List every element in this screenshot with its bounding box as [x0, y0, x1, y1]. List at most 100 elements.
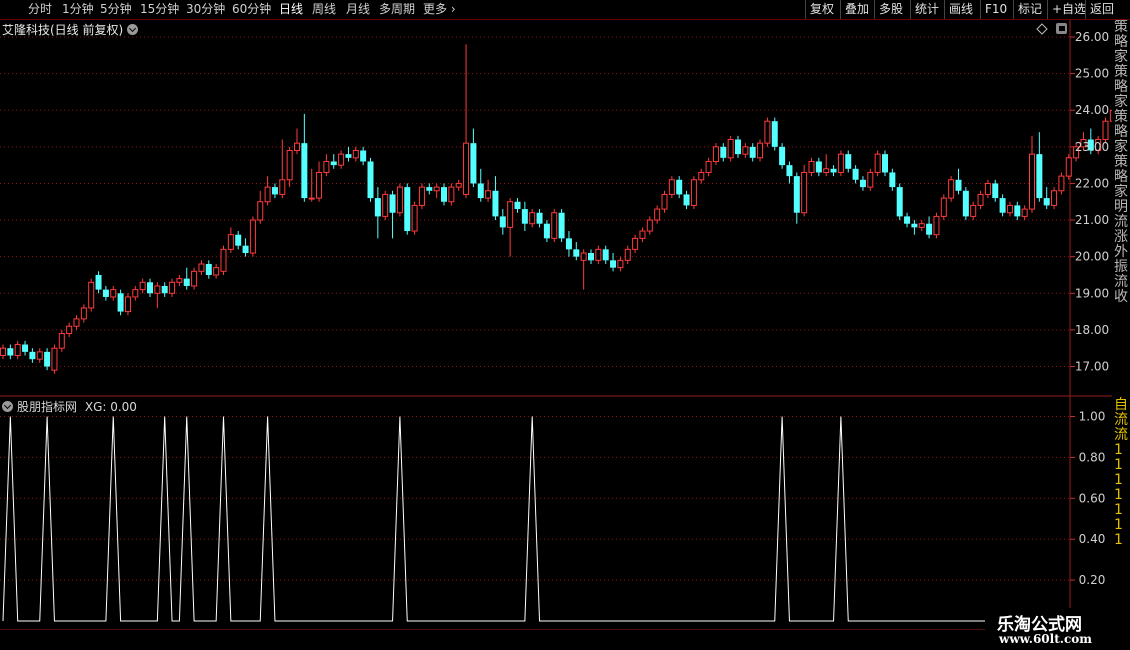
candle-body-up [632, 237, 639, 250]
candle-body-up [764, 120, 771, 144]
candle-body-up [220, 248, 227, 272]
candlestick-series [0, 44, 1112, 374]
price-tick-label: 23.00 [1075, 140, 1109, 154]
candle-body-up [264, 186, 271, 203]
candle-body-down [492, 190, 499, 217]
watermark-url: www.60lt.com [999, 632, 1092, 646]
price-tick-label: 17.00 [1075, 360, 1109, 374]
candle-body-down [404, 187, 411, 232]
candle-body-down [242, 245, 249, 254]
candle-body-down [786, 165, 793, 177]
candle-body-up [382, 193, 389, 217]
candle-body-down [183, 278, 190, 286]
indicator-tick-label: 1.00 [1079, 410, 1106, 424]
candle-body-up [176, 278, 183, 283]
candle-body-down [610, 260, 617, 268]
candle-body-up [0, 347, 6, 357]
candle-body-up [1051, 190, 1058, 206]
candle-body-up [705, 160, 712, 173]
candle-body-down [904, 216, 911, 224]
candle-body-down [44, 351, 51, 367]
candle-body-up [595, 248, 602, 261]
right-side-panel: 策略家策略家策略家策略家明流涨外振流收 自流流1111111 [1112, 20, 1130, 630]
candle-body-up [617, 259, 624, 269]
candle-body-down [521, 209, 528, 224]
candle-body-up [213, 267, 220, 276]
price-tick-label: 26.00 [1075, 30, 1109, 44]
candle-body-up [169, 281, 176, 294]
candle-body-down [793, 176, 800, 213]
watermark: 乐淘公式网 www.60lt.com [985, 608, 1115, 650]
candle-body-up [73, 318, 80, 327]
candle-body-down [962, 190, 969, 217]
candle-body-up [639, 230, 646, 239]
candle-body-down [845, 154, 852, 169]
candle-body-up [757, 142, 764, 159]
candle-body-down [477, 183, 484, 199]
candle-body-up [132, 289, 139, 298]
candle-body-up [529, 212, 536, 225]
window-toggle-icon[interactable] [1056, 23, 1067, 34]
candle-body-up [80, 307, 87, 320]
candle-body-down [117, 293, 124, 312]
candle-body-up [874, 153, 881, 173]
candle-body-down [1043, 198, 1050, 206]
candle-body-up [698, 171, 705, 181]
candle-body-up [36, 351, 43, 360]
candle-body-up [1058, 175, 1065, 192]
candle-body-down [345, 154, 352, 158]
indicator-tick-label: 0.80 [1079, 450, 1106, 464]
candle-body-up [1006, 204, 1013, 214]
kline-chart[interactable]: 17.00 18.00 19.00 20.00 21.00 22.00 23.00 24.00… [0, 0, 1112, 630]
candle-body-up [801, 171, 808, 214]
candle-body-down [565, 238, 572, 250]
candle-body-down [749, 146, 756, 158]
candle-body-up [727, 139, 734, 159]
candle-body-down [911, 223, 918, 228]
candle-body-up [316, 171, 323, 199]
candle-body-up [14, 344, 21, 357]
candle-body-up [191, 270, 198, 287]
candle-body-down [271, 187, 278, 195]
candle-body-up [323, 160, 330, 173]
candle-body-down [926, 223, 933, 235]
candle-body-down [374, 198, 381, 217]
price-grid [0, 20, 1112, 630]
candle-body-up [1021, 208, 1028, 217]
candle-body-up [294, 142, 300, 151]
candle-body-up [823, 168, 830, 173]
candle-body-down [676, 179, 683, 195]
indicator-tick-label: 0.60 [1079, 491, 1106, 505]
candle-body-up [668, 179, 675, 195]
candle-body-up [448, 186, 455, 203]
candle-body-up [654, 208, 661, 221]
candle-body-up [88, 281, 95, 309]
candle-body-down [543, 223, 550, 239]
candle-body-up [455, 182, 462, 188]
candle-body-down [735, 139, 741, 155]
candle-body-down [499, 216, 506, 228]
candle-body-down [536, 212, 543, 224]
price-tick-label: 20.00 [1075, 250, 1109, 264]
candle-body-up [308, 197, 315, 200]
candle-body-up [66, 325, 73, 335]
candle-body-down [573, 249, 580, 257]
candle-body-up [977, 193, 984, 206]
candle-body-down [830, 168, 837, 173]
candle-body-down [896, 187, 903, 217]
candle-body-down [1014, 205, 1021, 217]
candle-body-down [852, 168, 859, 180]
price-tick-label: 19.00 [1075, 286, 1109, 300]
candle-body-down [602, 249, 609, 261]
candle-body-up [690, 179, 697, 206]
candle-body-down [470, 143, 477, 184]
candle-body-down [815, 161, 822, 173]
price-tick-label: 18.00 [1075, 323, 1109, 337]
candle-body-up [396, 186, 403, 214]
candle-body-up [418, 186, 425, 206]
diamond-icon[interactable] [1036, 23, 1048, 35]
candle-body-down [588, 253, 594, 261]
candle-body-down [389, 194, 396, 213]
indicator-panel: 0.20 0.40 0.60 0.80 1.00 [0, 410, 1112, 622]
price-axis: 17.00 18.00 19.00 20.00 21.00 22.00 23.00 24.00… [1070, 30, 1109, 374]
